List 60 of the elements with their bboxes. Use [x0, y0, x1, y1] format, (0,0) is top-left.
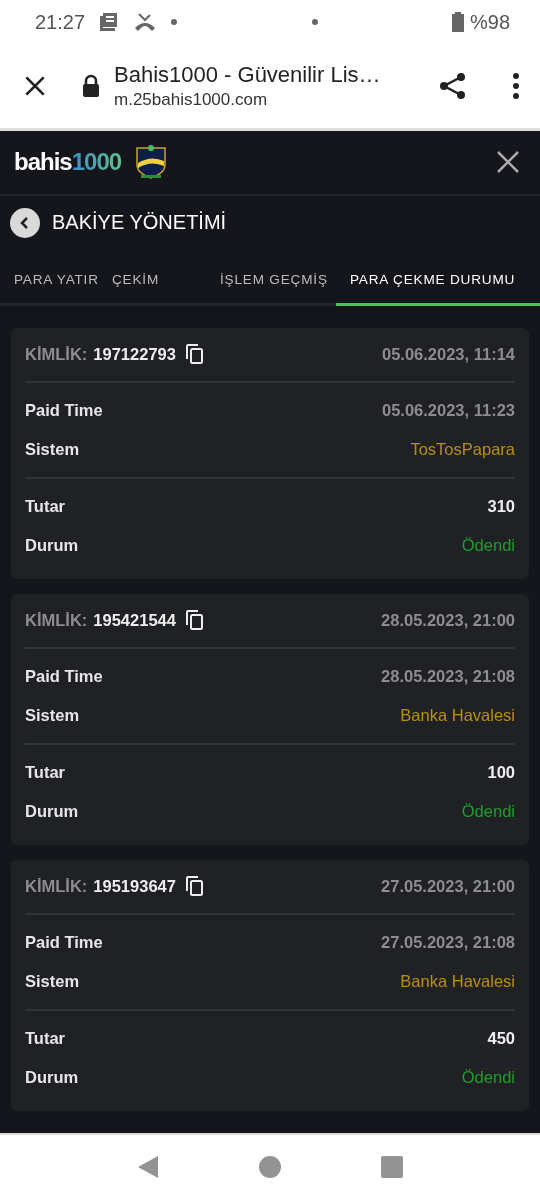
id-value: 195193647 — [93, 876, 176, 896]
notification-dot — [311, 19, 318, 26]
field-label: Sistem — [25, 439, 80, 459]
recents-icon[interactable] — [381, 1156, 403, 1179]
id-label: KİMLİK: — [25, 344, 88, 364]
menu-icon[interactable] — [512, 73, 520, 100]
battery-level: %98 — [469, 10, 510, 34]
field-value: 310 — [487, 496, 515, 516]
field-label: Durum — [25, 1067, 79, 1087]
field-value: Ödendi — [461, 535, 515, 555]
back-button[interactable] — [10, 207, 40, 238]
field-value: 05.06.2023, 11:23 — [381, 400, 515, 420]
field-value: 100 — [487, 762, 515, 782]
field-label: Durum — [25, 801, 79, 821]
field-label: Tutar — [25, 1028, 66, 1048]
field-value: 28.05.2023, 21:08 — [381, 666, 515, 686]
created-date: 05.06.2023, 11:14 — [381, 344, 515, 364]
battery-icon — [451, 12, 464, 33]
tab[interactable]: İŞLEM GEÇMİŞ — [206, 253, 336, 306]
copy-icon[interactable] — [185, 876, 204, 897]
home-icon[interactable] — [259, 1156, 281, 1179]
logo[interactable]: bahis1000 — [14, 148, 122, 177]
field-value: Banka Havalesi — [400, 971, 515, 991]
back-icon[interactable] — [137, 1155, 159, 1180]
section-title: BAKİYE YÖNETİMİ — [52, 211, 227, 235]
field-value: 450 — [487, 1028, 515, 1048]
field-value: Ödendi — [461, 1067, 515, 1087]
field-value: Ödendi — [461, 801, 515, 821]
created-date: 27.05.2023, 21:00 — [381, 876, 515, 896]
copy-icon[interactable] — [185, 610, 204, 631]
field-label: Paid Time — [25, 400, 103, 420]
status-time: 21:27 — [35, 10, 86, 34]
tab[interactable]: ÇEKİM — [100, 253, 206, 306]
field-label: Paid Time — [25, 932, 103, 952]
field-label: Tutar — [25, 762, 66, 782]
shield-badge-icon — [135, 145, 168, 180]
id-label: KİMLİK: — [25, 610, 88, 630]
copy-icon[interactable] — [185, 344, 204, 365]
tab[interactable]: PARA ÇEKME DURUMU — [336, 253, 540, 306]
field-value: 27.05.2023, 21:08 — [381, 932, 515, 952]
field-label: Sistem — [25, 971, 80, 991]
missed-call-icon — [133, 12, 158, 33]
lock-icon — [82, 74, 100, 99]
page-title: Bahis1000 - Güvenilir Lis… — [114, 62, 382, 89]
page-url: m.25bahis1000.com — [114, 90, 269, 111]
field-label: Durum — [25, 535, 79, 555]
field-value: Banka Havalesi — [400, 705, 515, 725]
field-value: TosTosPapara — [410, 439, 515, 459]
close-icon[interactable] — [496, 150, 520, 175]
share-icon[interactable] — [438, 71, 468, 102]
field-label: Sistem — [25, 705, 80, 725]
notification-dot — [171, 19, 178, 26]
news-icon — [99, 12, 120, 33]
id-value: 195421544 — [93, 610, 176, 630]
field-label: Tutar — [25, 496, 66, 516]
field-label: Paid Time — [25, 666, 103, 686]
id-label: KİMLİK: — [25, 876, 88, 896]
tab[interactable]: PARA YATIR — [0, 253, 100, 306]
created-date: 28.05.2023, 21:00 — [381, 610, 515, 630]
id-value: 197122793 — [93, 344, 176, 364]
